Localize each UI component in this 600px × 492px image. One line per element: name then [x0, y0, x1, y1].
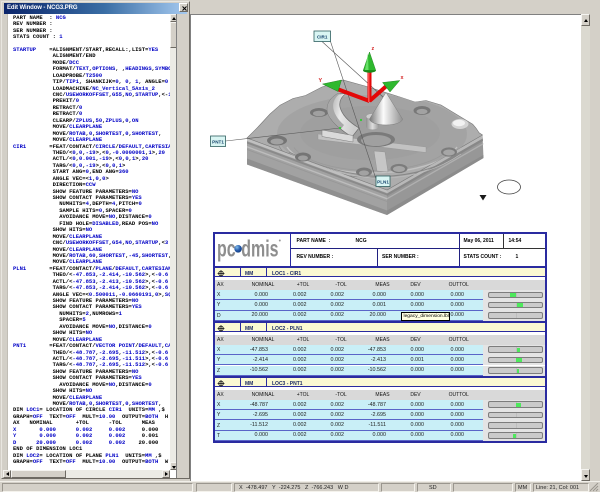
- svg-text:PNT1: PNT1: [212, 140, 224, 145]
- svg-text:x: x: [401, 75, 404, 81]
- svg-text:CIR1: CIR1: [317, 35, 328, 40]
- svg-text:dmis: dmis: [241, 235, 278, 261]
- svg-text:z: z: [372, 46, 375, 52]
- svg-text:pc: pc: [217, 235, 236, 261]
- svg-text:Y: Y: [319, 78, 323, 84]
- svg-text:PLN1: PLN1: [377, 180, 389, 185]
